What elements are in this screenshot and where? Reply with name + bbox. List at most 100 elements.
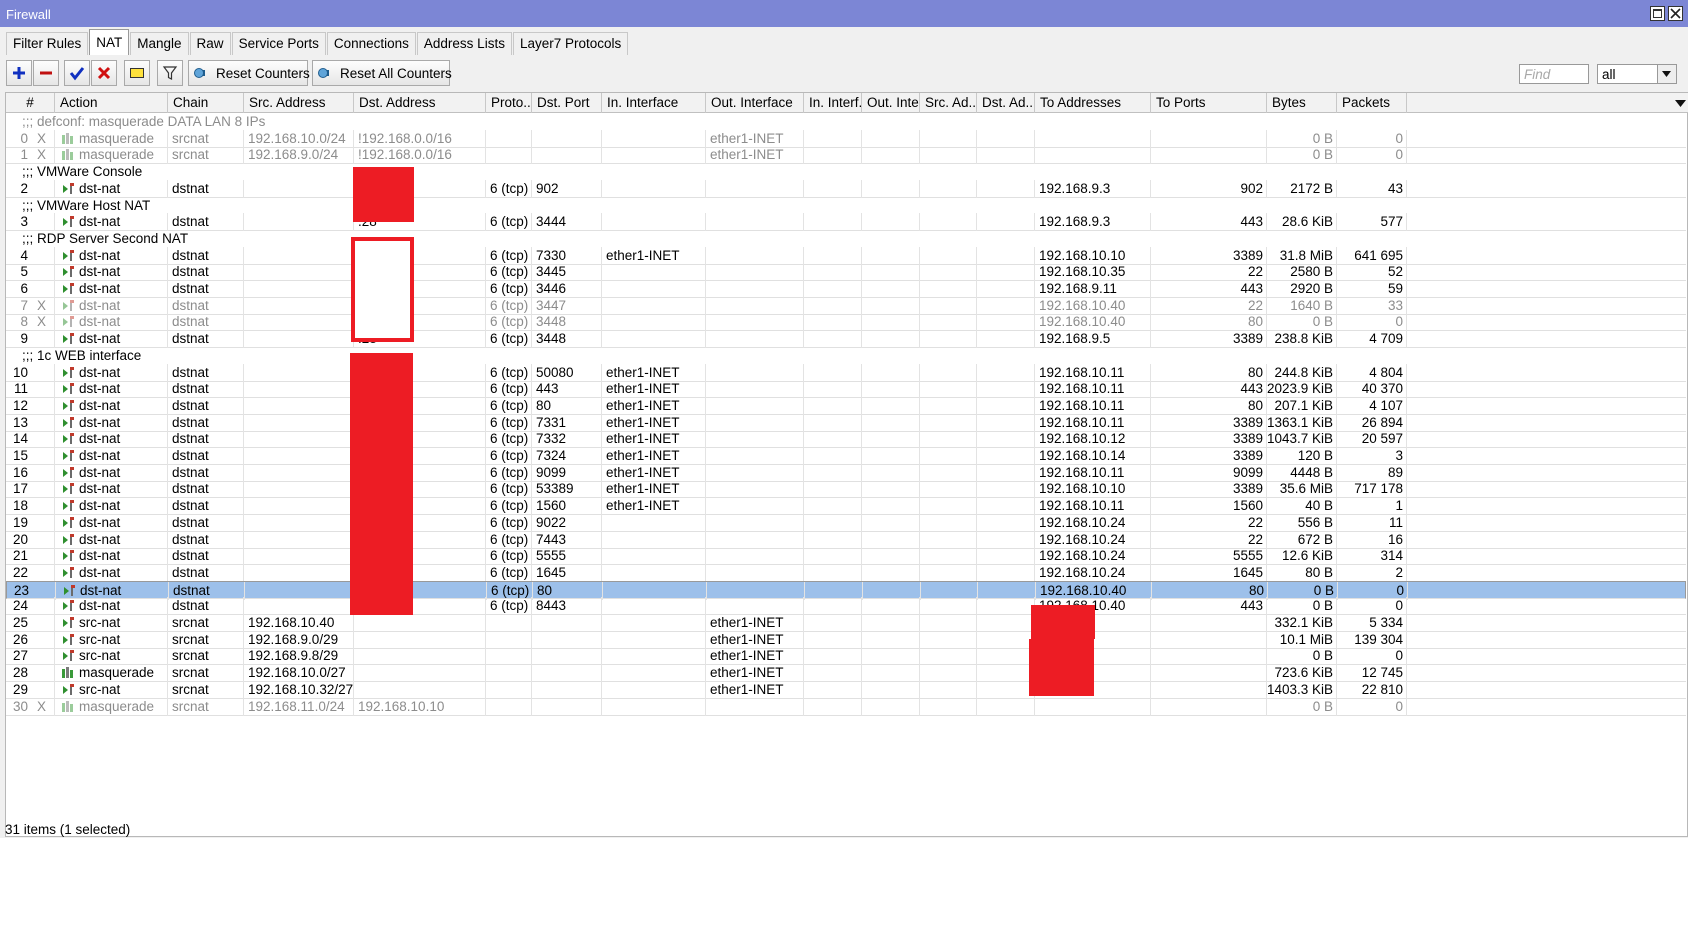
enable-button[interactable] xyxy=(64,60,90,86)
column-header-dst-port[interactable]: Dst. Port xyxy=(532,93,602,113)
table-row[interactable]: 29 src-nat srcnat 192.168.10.32/27 ether1-IN… xyxy=(6,681,1686,699)
table-row[interactable]: 24dst-natdstnat2.286 (tcp)8443192.168.10… xyxy=(6,597,1686,615)
column-header-num[interactable]: # xyxy=(6,93,55,113)
empty-cell xyxy=(804,597,862,615)
comment-row[interactable]: ;;; RDP Server Second NAT xyxy=(6,230,1686,248)
column-header-chain[interactable]: Chain xyxy=(168,93,244,113)
table-row[interactable]: 17dst-natdstnat2.276 (tcp)53389ether1-IN… xyxy=(6,480,1686,498)
maximize-icon[interactable] xyxy=(1650,6,1665,21)
protocol-cell: 6 (tcp) xyxy=(486,430,532,448)
close-icon[interactable] xyxy=(1668,6,1683,21)
column-header-action[interactable]: Action xyxy=(55,93,168,113)
chevron-down-icon[interactable] xyxy=(1657,65,1676,83)
empty-cell xyxy=(804,547,862,565)
table-row[interactable]: 21dst-natdstnat2.276 (tcp)5555192.168.10… xyxy=(6,547,1686,565)
table-row[interactable]: 25src-natsrcnat192.168.10.40ether1-INET.… xyxy=(6,614,1686,632)
table-row[interactable]: 11dst-natdstnat.286 (tcp)443ether1-INET1… xyxy=(6,380,1686,398)
in-interface-cell xyxy=(602,263,706,281)
tab-connections[interactable]: Connections xyxy=(326,32,416,55)
column-header-in-interface[interactable]: In. Interface xyxy=(602,93,706,113)
table-row[interactable]: 18dst-natdstnat2.276 (tcp)1560ether1-INE… xyxy=(6,497,1686,515)
src-address-cell xyxy=(244,397,354,415)
table-row[interactable]: 27 src-nat srcnat 192.168.9.8/29 ether1-INET… xyxy=(6,647,1686,665)
column-header-protocol[interactable]: Proto... xyxy=(486,93,532,113)
table-row[interactable]: 2dst-natdstnat.286 (tcp)902192.168.9.390… xyxy=(6,180,1686,198)
add-button[interactable] xyxy=(6,60,32,86)
tab-address-lists[interactable]: Address Lists xyxy=(416,32,512,55)
empty-cell xyxy=(977,146,1035,164)
table-row[interactable]: 12dst-natdstnat.286 (tcp)80ether1-INET19… xyxy=(6,397,1686,415)
bytes-cell: 0 B xyxy=(1267,146,1337,164)
table-row[interactable]: 14dst-natdstnat2.286 (tcp)7332ether1-INE… xyxy=(6,430,1686,448)
column-header-dst-address[interactable]: Dst. Address xyxy=(354,93,486,113)
column-menu-icon[interactable] xyxy=(1671,93,1688,113)
column-header-bytes[interactable]: Bytes xyxy=(1267,93,1337,113)
table-row[interactable]: 5dst-natdstnat.286 (tcp)3445192.168.10.3… xyxy=(6,263,1686,281)
find-input[interactable]: Find xyxy=(1519,64,1589,84)
table-row[interactable]: 19dst-natdstnat2.276 (tcp)9022192.168.10… xyxy=(6,514,1686,532)
table-row[interactable]: 6dst-natdstnat.286 (tcp)3446192.168.9.11… xyxy=(6,280,1686,298)
column-header-out-interface-list[interactable]: Out. Inte... xyxy=(862,93,920,113)
empty-cell xyxy=(920,514,977,532)
to-addresses-cell: 192.168.10.40 xyxy=(1035,313,1151,331)
tab-nat[interactable]: NAT xyxy=(89,29,130,55)
bytes-cell: 0 B xyxy=(1267,698,1337,716)
table-row[interactable]: 3dst-natdstnat.286 (tcp)3444192.168.9.34… xyxy=(6,213,1686,231)
table-row[interactable]: 30 masquerade srcnat 192.168.11.0/24 192.168… xyxy=(6,698,1686,716)
bytes-cell: 80 B xyxy=(1267,564,1337,582)
table-row[interactable]: 15dst-natdstnat2.286 (tcp)7324ether1-INE… xyxy=(6,447,1686,465)
comment-button[interactable] xyxy=(124,60,150,86)
rule-comment: ;;; 1c WEB interface xyxy=(22,348,142,363)
column-header-to-addresses[interactable]: To Addresses xyxy=(1035,93,1151,113)
src-address-cell xyxy=(244,430,354,448)
tab-service-ports[interactable]: Service Ports xyxy=(231,32,326,55)
window-title: Firewall xyxy=(6,7,51,22)
table-row[interactable]: 9dst-natdstnat.286 (tcp)3448192.168.9.53… xyxy=(6,330,1686,348)
comment-row[interactable]: ;;; defconf: masquerade DATA LAN 8 IPs xyxy=(6,113,1686,131)
dst-port-cell: 9022 xyxy=(532,514,602,532)
table-row[interactable]: 28 masquerade srcnat 192.168.10.0/27 ether1-… xyxy=(6,664,1686,682)
column-header-in-interface-list[interactable]: In. Interf... xyxy=(804,93,862,113)
column-header-src-address-list[interactable]: Src. Ad... xyxy=(920,93,977,113)
protocol-cell xyxy=(486,146,532,164)
column-header-packets[interactable]: Packets xyxy=(1337,93,1407,113)
filter-button[interactable] xyxy=(157,60,183,86)
nat-rule-icon xyxy=(62,266,74,281)
protocol-cell: 6 (tcp) xyxy=(486,280,532,298)
chain-cell: dstnat xyxy=(168,280,244,298)
rule-number: 28 xyxy=(6,664,55,682)
chain-cell: dstnat xyxy=(168,380,244,398)
column-header-dst-address-list[interactable]: Dst. Ad... xyxy=(977,93,1035,113)
comment-row[interactable]: ;;; VMWare Console xyxy=(6,163,1686,181)
nat-rules-table: # Action Chain Src. Address Dst. Address Prot… xyxy=(5,92,1688,837)
table-row[interactable]: 8dst-natdstnat.286 (tcp)3448192.168.10.4… xyxy=(6,313,1686,331)
empty-cell xyxy=(804,213,862,231)
rule-number: 2 xyxy=(6,180,55,198)
title-bar[interactable]: Firewall xyxy=(0,0,1688,27)
comment-row[interactable]: ;;; 1c WEB interface xyxy=(6,347,1686,365)
disable-button[interactable] xyxy=(91,60,117,86)
src-address-cell xyxy=(244,497,354,515)
packets-cell: 717 178 xyxy=(1337,480,1407,498)
column-header-to-ports[interactable]: To Ports xyxy=(1151,93,1267,113)
tab-mangle[interactable]: Mangle xyxy=(130,32,189,55)
bytes-cell: 35.6 MiB xyxy=(1267,480,1337,498)
packets-cell: 20 597 xyxy=(1337,430,1407,448)
empty-cell xyxy=(920,180,977,198)
remove-button[interactable] xyxy=(33,60,59,86)
empty-cell xyxy=(977,397,1035,415)
tab-filter-rules[interactable]: Filter Rules xyxy=(6,32,89,55)
reset-all-counters-button[interactable]: Reset All Counters xyxy=(312,60,452,86)
rule-number: 12 xyxy=(6,397,55,415)
filter-select[interactable]: all xyxy=(1597,64,1677,84)
column-header-src-address[interactable]: Src. Address xyxy=(244,93,354,113)
chain-cell: dstnat xyxy=(168,213,244,231)
table-row[interactable]: 1 masquerade srcnat 192.168.9.0/24 !192.168.… xyxy=(6,146,1686,164)
column-header-out-interface[interactable]: Out. Interface xyxy=(706,93,804,113)
tab-layer7-protocols[interactable]: Layer7 Protocols xyxy=(512,32,629,55)
table-row[interactable]: 22dst-natdstnat2.276 (tcp)1645192.168.10… xyxy=(6,564,1686,582)
tab-raw[interactable]: Raw xyxy=(189,32,231,55)
empty-cell xyxy=(977,380,1035,398)
empty-cell xyxy=(804,380,862,398)
reset-counters-button[interactable]: Reset Counters xyxy=(188,60,310,86)
